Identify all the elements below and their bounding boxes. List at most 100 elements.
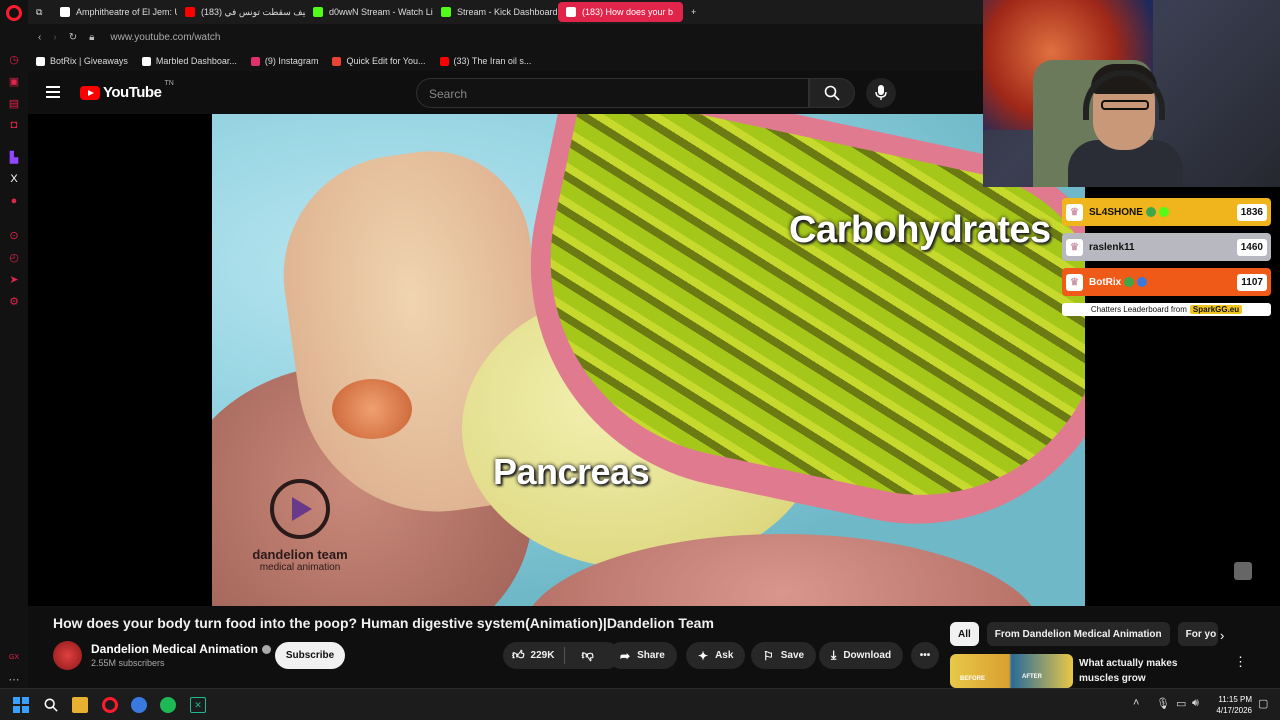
chevron-up-icon[interactable]: ˄ — [1133, 697, 1139, 709]
menu-icon[interactable] — [46, 86, 60, 98]
chip-for-you[interactable]: For yo — [1177, 622, 1218, 646]
download-button[interactable]: ⤓ Download — [819, 642, 904, 669]
player-icon[interactable]: ⊙ — [7, 228, 21, 242]
video-frame[interactable]: Carbohydrates Pancreas dandelion team me… — [212, 114, 1085, 606]
tab-label: (183) How does your b — [582, 7, 674, 17]
chip-all[interactable]: All — [950, 622, 979, 646]
bookmark[interactable]: (9) Instagram — [250, 56, 318, 66]
notification-icon[interactable]: ▢ — [1258, 697, 1268, 710]
xbox-icon[interactable]: ✕ — [190, 697, 206, 713]
twitch-icon[interactable]: ▙ — [7, 150, 21, 164]
watermark-subtext: medical animation — [259, 562, 341, 573]
webcam-overlay — [983, 0, 1280, 187]
bookmark-label: (33) The Iran oil s... — [453, 56, 532, 66]
discord-icon[interactable]: ● — [7, 194, 21, 208]
tab[interactable]: d0wwN Stream - Watch Li — [305, 2, 433, 22]
kebab-menu-icon[interactable]: ⋮ — [1234, 654, 1247, 670]
opera-gx-icon[interactable] — [102, 697, 118, 713]
filter-chips: All From Dandelion Medical Animation For… — [950, 622, 1218, 646]
opera-logo-icon[interactable] — [6, 5, 22, 21]
back-icon[interactable]: ‹ — [38, 32, 41, 43]
subscriber-count: 2.55M subscribers — [91, 658, 165, 668]
send-icon[interactable]: ➤ — [7, 272, 21, 286]
speed-dial-icon[interactable]: ◷ — [7, 52, 21, 66]
reload-icon[interactable]: ↻ — [69, 32, 77, 43]
lock-icon: 🔒︎ — [89, 32, 95, 43]
recommendation-title[interactable]: What actually makes muscles grow — [1079, 656, 1219, 686]
recommendation-thumbnail[interactable]: BEFORE AFTER — [950, 654, 1073, 688]
tab-menu-icon[interactable]: ⧉ — [28, 2, 52, 22]
forward-icon[interactable]: › — [53, 32, 56, 43]
new-tab-button[interactable]: + — [683, 2, 704, 22]
settings-icon[interactable]: ⚙ — [7, 294, 21, 308]
tab-active[interactable]: (183) How does your b — [558, 2, 683, 22]
badge-icon — [1145, 207, 1156, 217]
like-button[interactable]: 👍︎ 229K — [503, 647, 566, 664]
ask-button[interactable]: ✦ Ask — [686, 642, 746, 669]
gx-icon[interactable]: GX — [7, 650, 21, 664]
share-icon: ➦ — [620, 648, 631, 663]
dislike-button[interactable]: 👎︎ — [572, 648, 593, 663]
history-icon[interactable]: ◴ — [7, 250, 21, 264]
crown-icon: ♛ — [1066, 238, 1083, 256]
youtube-logo[interactable]: YouTube TN — [80, 80, 174, 101]
more-icon[interactable]: ⋯ — [7, 672, 21, 686]
file-explorer-icon[interactable] — [72, 697, 88, 713]
share-button[interactable]: ➦ Share — [608, 642, 677, 669]
video-title: How does your body turn food into the po… — [53, 615, 714, 631]
bookmarks-bar: BotRix | Giveaways Marbled Dashboar... (… — [28, 51, 983, 71]
leaderboard-brand: SparkGG.eu — [1189, 305, 1243, 314]
ask-label: Ask — [715, 650, 734, 661]
logo-text: YouTube — [103, 84, 162, 101]
leaderboard-name: raslenk11 — [1089, 241, 1135, 253]
watermark-text: dandelion team — [252, 547, 348, 562]
like-count: 229K — [530, 650, 555, 661]
search-icon[interactable] — [43, 697, 59, 713]
search-input[interactable]: Search — [416, 78, 809, 108]
video-player[interactable]: Carbohydrates Pancreas dandelion team me… — [28, 114, 1280, 606]
tab[interactable]: Stream - Kick Dashboard — [433, 2, 558, 22]
bag-icon[interactable]: ▣ — [7, 74, 21, 88]
chip-from-channel[interactable]: From Dandelion Medical Animation — [986, 622, 1170, 646]
chevron-right-icon[interactable]: › — [1220, 628, 1224, 643]
channel-name[interactable]: Dandelion Medical Animation — [91, 642, 271, 656]
system-clock[interactable]: 11:15 PM 4/17/2026 — [1210, 694, 1252, 716]
x-icon[interactable]: X — [7, 172, 21, 186]
film-reel-icon — [270, 479, 330, 539]
tab[interactable]: Amphitheatre of El Jem: U — [52, 2, 177, 22]
tab[interactable]: كيف سقطت تونس في (183) — [177, 2, 305, 22]
channel-avatar[interactable] — [53, 641, 82, 670]
leaderboard-points: 1836 — [1236, 203, 1267, 221]
more-actions-button[interactable]: ••• — [911, 642, 939, 669]
youtube-icon — [185, 7, 195, 17]
display-icon[interactable]: ▭ — [1176, 697, 1186, 710]
instagram-icon[interactable]: ◘ — [7, 118, 21, 132]
messenger-icon[interactable]: ▤ — [7, 96, 21, 110]
sparkle-icon: ✦ — [698, 648, 709, 663]
subscribe-button[interactable]: Subscribe — [275, 642, 345, 669]
address-bar: ‹ › ↻ 🔒︎ www.youtube.com/watch — [28, 24, 983, 51]
save-button[interactable]: ⚐ Save — [751, 642, 817, 669]
spotify-icon[interactable] — [160, 697, 176, 713]
bookmark[interactable]: Quick Edit for You... — [332, 56, 426, 66]
mic-icon[interactable]: 🎙︎ — [1156, 697, 1170, 710]
volume-icon[interactable]: 🔊︎ — [1192, 697, 1199, 710]
bookmark[interactable]: BotRix | Giveaways — [36, 56, 128, 66]
gmail-icon — [332, 56, 342, 66]
leaderboard-row: ♛ SL4SHONE 1836 — [1062, 198, 1271, 226]
voice-search-button[interactable] — [866, 78, 896, 108]
start-button[interactable] — [13, 697, 29, 713]
badge-icon — [1158, 207, 1169, 217]
url-field[interactable]: www.youtube.com/watch — [110, 32, 220, 43]
bookmark[interactable]: (33) The Iran oil s... — [439, 56, 532, 66]
gallbladder-shape — [332, 379, 412, 439]
thumb-label: BEFORE — [960, 676, 986, 682]
kick-icon — [313, 7, 323, 17]
bookmark[interactable]: Marbled Dashboar... — [141, 56, 237, 66]
logo-region: TN — [164, 80, 174, 87]
app-icon[interactable] — [131, 697, 147, 713]
channel-watermark-icon[interactable] — [1234, 562, 1252, 580]
search-button[interactable] — [809, 78, 855, 108]
youtube-header: YouTube TN Search — [28, 71, 983, 114]
youtube-play-icon — [80, 85, 100, 100]
